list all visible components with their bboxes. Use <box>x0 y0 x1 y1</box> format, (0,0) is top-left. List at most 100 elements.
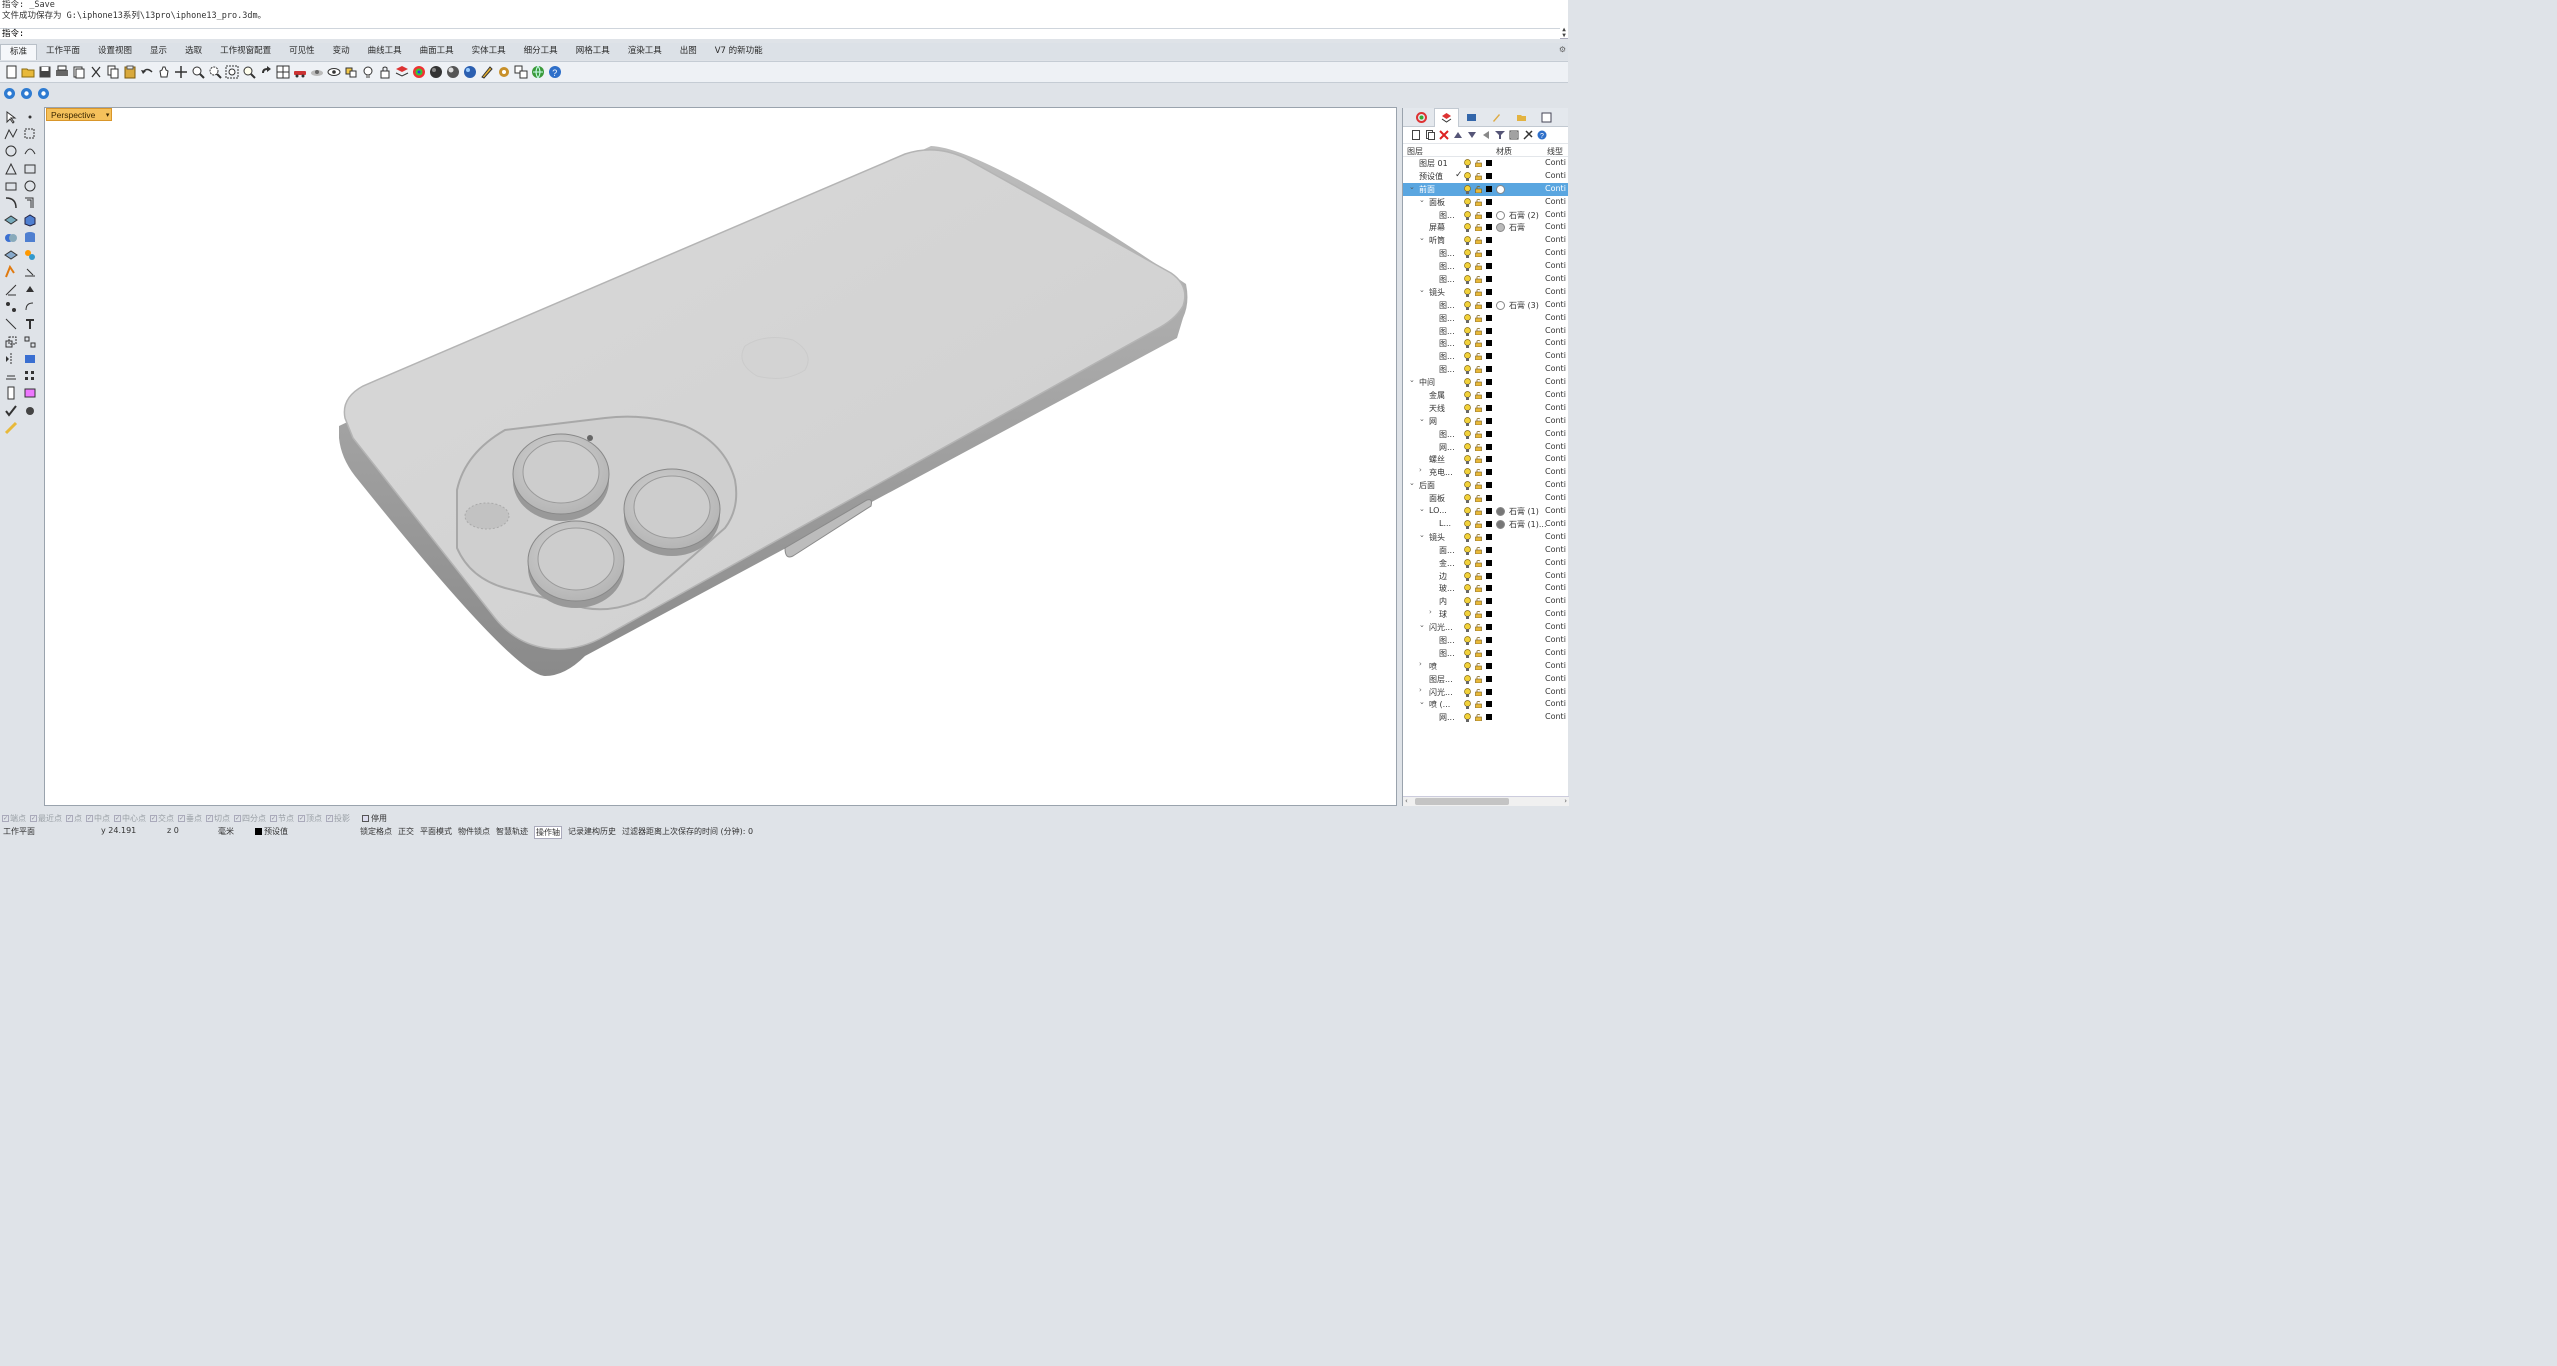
layer-color-swatch[interactable] <box>1486 237 1492 244</box>
copy-icon[interactable] <box>105 65 120 80</box>
osnap-checkbox[interactable]: ✓ <box>234 814 241 822</box>
layer-row[interactable]: › 闪光... Conti <box>1403 686 1568 699</box>
layer-color-swatch[interactable] <box>1486 198 1492 205</box>
lock-icon[interactable] <box>1475 263 1482 271</box>
boolean-icon[interactable] <box>3 230 18 245</box>
layer-row[interactable]: 图层... Conti <box>1403 673 1568 686</box>
linetype-name[interactable]: Conti <box>1545 300 1566 309</box>
osnap-checkbox[interactable]: ✓ <box>86 814 93 822</box>
help-icon[interactable]: ? <box>1536 129 1548 141</box>
lock-icon[interactable] <box>1475 289 1482 297</box>
material-swatch[interactable] <box>1496 519 1505 529</box>
trim-icon[interactable] <box>22 265 37 280</box>
arc-icon[interactable] <box>22 144 37 159</box>
visibility-bulb-icon[interactable] <box>1464 481 1471 491</box>
osnap-item[interactable]: ✓ 点 <box>66 813 82 824</box>
layer-color-swatch[interactable] <box>1486 533 1492 540</box>
linetype-name[interactable]: Conti <box>1545 184 1566 193</box>
layer-row[interactable]: ⌄ 后面 Conti <box>1403 479 1568 492</box>
layer-color-swatch[interactable] <box>1486 379 1492 386</box>
visibility-bulb-icon[interactable] <box>1464 352 1471 362</box>
osnap-item[interactable]: ✓ 垂点 <box>178 813 202 824</box>
point-icon[interactable] <box>22 109 37 124</box>
tab-item[interactable]: 细分工具 <box>515 44 567 60</box>
osnap-item[interactable]: ✓ 顶点 <box>298 813 322 824</box>
object-props-icon[interactable] <box>22 386 37 401</box>
layer-row[interactable]: ⌄ LO... 石膏 (1) Conti <box>1403 505 1568 518</box>
current-layer[interactable]: 预设值 <box>255 826 288 837</box>
linetype-name[interactable]: Conti <box>1545 661 1566 670</box>
lock-icon[interactable] <box>1475 173 1482 181</box>
visibility-bulb-icon[interactable] <box>1464 313 1471 323</box>
linetype-name[interactable]: Conti <box>1545 171 1566 180</box>
layer-color-swatch[interactable] <box>1486 611 1492 618</box>
layer-color-swatch[interactable] <box>1486 417 1492 424</box>
lock-icon[interactable] <box>1475 327 1482 335</box>
linetype-name[interactable]: Conti <box>1545 326 1566 335</box>
visibility-bulb-icon[interactable] <box>1464 661 1471 671</box>
visibility-bulb-icon[interactable] <box>1464 597 1471 607</box>
layer-row[interactable]: ⌄ 前面 Conti <box>1403 182 1568 196</box>
viewport-menu-arrow-icon[interactable]: ▾ <box>106 109 110 122</box>
osnap-item[interactable]: ✓ 端点 <box>2 813 26 824</box>
layer-row[interactable]: 图... Conti <box>1403 363 1568 376</box>
layer-row[interactable]: 面板 Conti <box>1403 492 1568 505</box>
zoom-icon[interactable] <box>190 65 205 80</box>
layer-color-swatch[interactable] <box>1486 495 1492 502</box>
visibility-bulb-icon[interactable] <box>1464 674 1471 684</box>
layer-row[interactable]: 图... Conti <box>1403 337 1568 350</box>
layer-row[interactable]: ⌄ 听筒 Conti <box>1403 234 1568 247</box>
pan-hand-icon[interactable] <box>156 65 171 80</box>
layer-row[interactable]: 图... Conti <box>1403 312 1568 325</box>
layer-color-swatch[interactable] <box>1486 185 1492 192</box>
visibility-bulb-icon[interactable] <box>1464 262 1471 272</box>
linetype-name[interactable]: Conti <box>1545 699 1566 708</box>
layer-color-swatch[interactable] <box>1486 636 1492 643</box>
move-up-icon[interactable] <box>1452 129 1464 141</box>
show-objects-icon[interactable] <box>343 65 358 80</box>
layer-color-swatch[interactable] <box>1486 224 1492 231</box>
linetype-name[interactable]: Conti <box>1545 338 1566 347</box>
lock-icon[interactable] <box>1475 495 1482 503</box>
pencil-tab-icon[interactable] <box>1484 108 1509 127</box>
lock-icon[interactable] <box>1475 546 1482 555</box>
collapse-arrow-icon[interactable]: ⌄ <box>1419 234 1425 242</box>
linetype-name[interactable]: Conti <box>1545 403 1566 412</box>
linetype-name[interactable]: Conti <box>1545 609 1566 618</box>
grid-points-icon[interactable] <box>22 369 37 384</box>
four-views-icon[interactable] <box>275 65 290 80</box>
layers-tab-icon[interactable] <box>1434 107 1459 127</box>
layer-row[interactable]: 图... Conti <box>1403 273 1568 286</box>
grid-icon[interactable] <box>3 369 18 384</box>
explode-icon[interactable] <box>22 248 37 263</box>
osnap-item[interactable]: ✓ 最近点 <box>30 813 62 824</box>
osnap-item[interactable]: ✓ 中点 <box>86 813 110 824</box>
collapse-arrow-icon[interactable]: ⌄ <box>1409 376 1415 384</box>
linetype-name[interactable]: Conti <box>1545 222 1566 231</box>
mirror-icon[interactable] <box>3 351 18 366</box>
layer-row[interactable]: 金属 Conti <box>1403 389 1568 402</box>
visibility-bulb-icon[interactable] <box>1464 391 1471 401</box>
visibility-bulb-icon[interactable] <box>1464 223 1471 233</box>
layer-row[interactable]: 图... Conti <box>1403 260 1568 273</box>
linetype-name[interactable]: Conti <box>1545 287 1566 296</box>
layer-row[interactable]: 边 Conti <box>1403 570 1568 583</box>
lock-icon[interactable] <box>1475 456 1482 464</box>
tab-item[interactable]: 选取 <box>176 44 211 60</box>
text-icon[interactable] <box>22 317 37 332</box>
lock-icon[interactable] <box>1475 533 1482 542</box>
rotate-icon[interactable] <box>22 299 37 314</box>
gear-blue-icon[interactable] <box>19 86 34 101</box>
linetype-name[interactable]: Conti <box>1545 596 1566 605</box>
visibility-bulb-icon[interactable] <box>1464 520 1471 529</box>
lock-icon[interactable] <box>1475 714 1482 722</box>
material-sphere-icon[interactable] <box>445 65 460 80</box>
osnap-checkbox[interactable]: ✓ <box>326 814 333 822</box>
layer-color-swatch[interactable] <box>1486 288 1492 295</box>
help-icon[interactable]: ? <box>547 65 562 80</box>
material-swatch[interactable] <box>1496 223 1505 233</box>
status-toggle[interactable]: 正交 <box>398 826 414 839</box>
visibility-bulb-icon[interactable] <box>1464 365 1471 375</box>
scroll-left-arrow-icon[interactable]: ‹ <box>1405 797 1408 805</box>
osnap-checkbox[interactable]: ✓ <box>66 814 73 822</box>
